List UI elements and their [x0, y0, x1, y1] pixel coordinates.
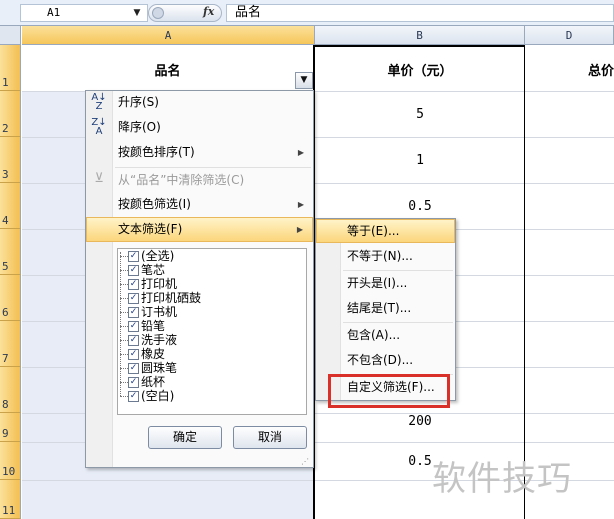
checkbox-checked-icon[interactable]: ✓	[128, 321, 139, 332]
checkbox-checked-icon[interactable]: ✓	[128, 349, 139, 360]
filter-dropdown-button[interactable]: ▼	[295, 72, 313, 89]
submenu-arrow-icon: ▶	[297, 148, 304, 157]
checklist-item[interactable]: ✓ 笔芯	[120, 263, 165, 277]
checklist-item[interactable]: ✓ 橡皮	[120, 347, 165, 361]
name-box[interactable]: A1	[20, 4, 148, 22]
checklist-item[interactable]: ✓ 圆珠笔	[120, 361, 177, 375]
menu-item-sort-by-color[interactable]: 按颜色排序(T) ▶	[86, 140, 313, 165]
checkbox-checked-icon[interactable]: ✓	[128, 307, 139, 318]
checklist-item[interactable]: ✓ 纸杯	[120, 375, 165, 389]
submenu-item-ends-with[interactable]: 结尾是(T)...	[316, 296, 455, 320]
row-header-11[interactable]: 11	[0, 480, 21, 519]
cancel-button[interactable]: 取消	[233, 426, 307, 449]
menu-item-filter-by-color[interactable]: 按颜色筛选(I) ▶	[86, 192, 313, 217]
ok-button[interactable]: 确定	[148, 426, 222, 449]
row-header-7[interactable]: 7	[0, 321, 21, 367]
submenu-item-begins-with[interactable]: 开头是(I)...	[316, 271, 455, 295]
select-all-corner[interactable]	[0, 26, 21, 45]
submenu-arrow-icon: ▶	[296, 225, 303, 234]
tree-line	[120, 252, 121, 396]
menu-item-sort-descending[interactable]: 降序(O)	[86, 115, 313, 140]
row-header-1[interactable]: 1	[0, 45, 21, 91]
cell-b2[interactable]: 5	[316, 107, 524, 122]
annotation-highlight-box	[328, 374, 450, 408]
resize-grip-icon[interactable]: ⋰	[301, 457, 309, 466]
checkbox-checked-icon[interactable]: ✓	[128, 335, 139, 346]
knob-icon	[152, 7, 164, 19]
menu-item-clear-filter: 从“品名”中清除筛选(C)	[118, 173, 245, 187]
checklist-item[interactable]: ✓ (全选)	[120, 249, 174, 263]
checkbox-checked-icon[interactable]: ✓	[128, 279, 139, 290]
row-header-2[interactable]: 2	[0, 91, 21, 137]
checkbox-checked-icon[interactable]: ✓	[128, 391, 139, 402]
row-header-6[interactable]: 6	[0, 275, 21, 321]
column-header-a[interactable]: A	[22, 26, 315, 45]
checkbox-checked-icon[interactable]: ✓	[128, 377, 139, 388]
submenu-item-equals[interactable]: 等于(E)...	[316, 219, 455, 243]
watermark-text: 软件技巧	[432, 459, 572, 499]
checkbox-checked-icon[interactable]: ✓	[128, 251, 139, 262]
submenu-item-not-equals[interactable]: 不等于(N)...	[316, 244, 455, 268]
checklist-item[interactable]: ✓ 洗手液	[120, 333, 177, 347]
checklist-item[interactable]: ✓ 铅笔	[120, 319, 165, 333]
row-header-9[interactable]: 9	[0, 413, 21, 442]
row-header-8[interactable]: 8	[0, 367, 21, 413]
grid-line	[524, 45, 525, 519]
column-header-b[interactable]: B	[315, 26, 525, 45]
chevron-down-icon[interactable]: ▼	[130, 6, 144, 20]
submenu-item-contains[interactable]: 包含(A)...	[316, 323, 455, 347]
cell-b9[interactable]: 200	[316, 414, 524, 429]
row-header-10[interactable]: 10	[0, 442, 21, 480]
checklist-item[interactable]: ✓ 打印机硒鼓	[120, 291, 201, 305]
row-header-5[interactable]: 5	[0, 229, 21, 275]
submenu-arrow-icon: ▶	[297, 200, 304, 209]
cell-b3[interactable]: 1	[316, 153, 524, 168]
row-header-4[interactable]: 4	[0, 183, 21, 229]
cell-border	[313, 45, 525, 47]
checkbox-checked-icon[interactable]: ✓	[128, 293, 139, 304]
cell-a1[interactable]: 品名	[22, 60, 313, 79]
checkbox-checked-icon[interactable]: ✓	[128, 265, 139, 276]
menu-item-text-filter[interactable]: 文本筛选(F) ▶	[86, 217, 313, 242]
cell-d1[interactable]: 总价	[588, 60, 614, 79]
cell-b1[interactable]: 单价（元）	[316, 60, 524, 79]
function-icon[interactable]: fx	[203, 5, 214, 18]
checklist-item[interactable]: ✓ 订书机	[120, 305, 177, 319]
formula-input[interactable]: 品名	[226, 4, 614, 22]
submenu-item-does-not-contain[interactable]: 不包含(D)...	[316, 348, 455, 372]
column-header-d[interactable]: D	[525, 26, 614, 45]
checkbox-checked-icon[interactable]: ✓	[128, 363, 139, 374]
menu-item-sort-ascending[interactable]: 升序(S)	[86, 90, 313, 115]
checklist-item[interactable]: ✓ 打印机	[120, 277, 177, 291]
row-header-3[interactable]: 3	[0, 137, 21, 183]
cell-b4[interactable]: 0.5	[316, 199, 524, 214]
checklist-item[interactable]: ✓ (空白)	[120, 389, 174, 403]
